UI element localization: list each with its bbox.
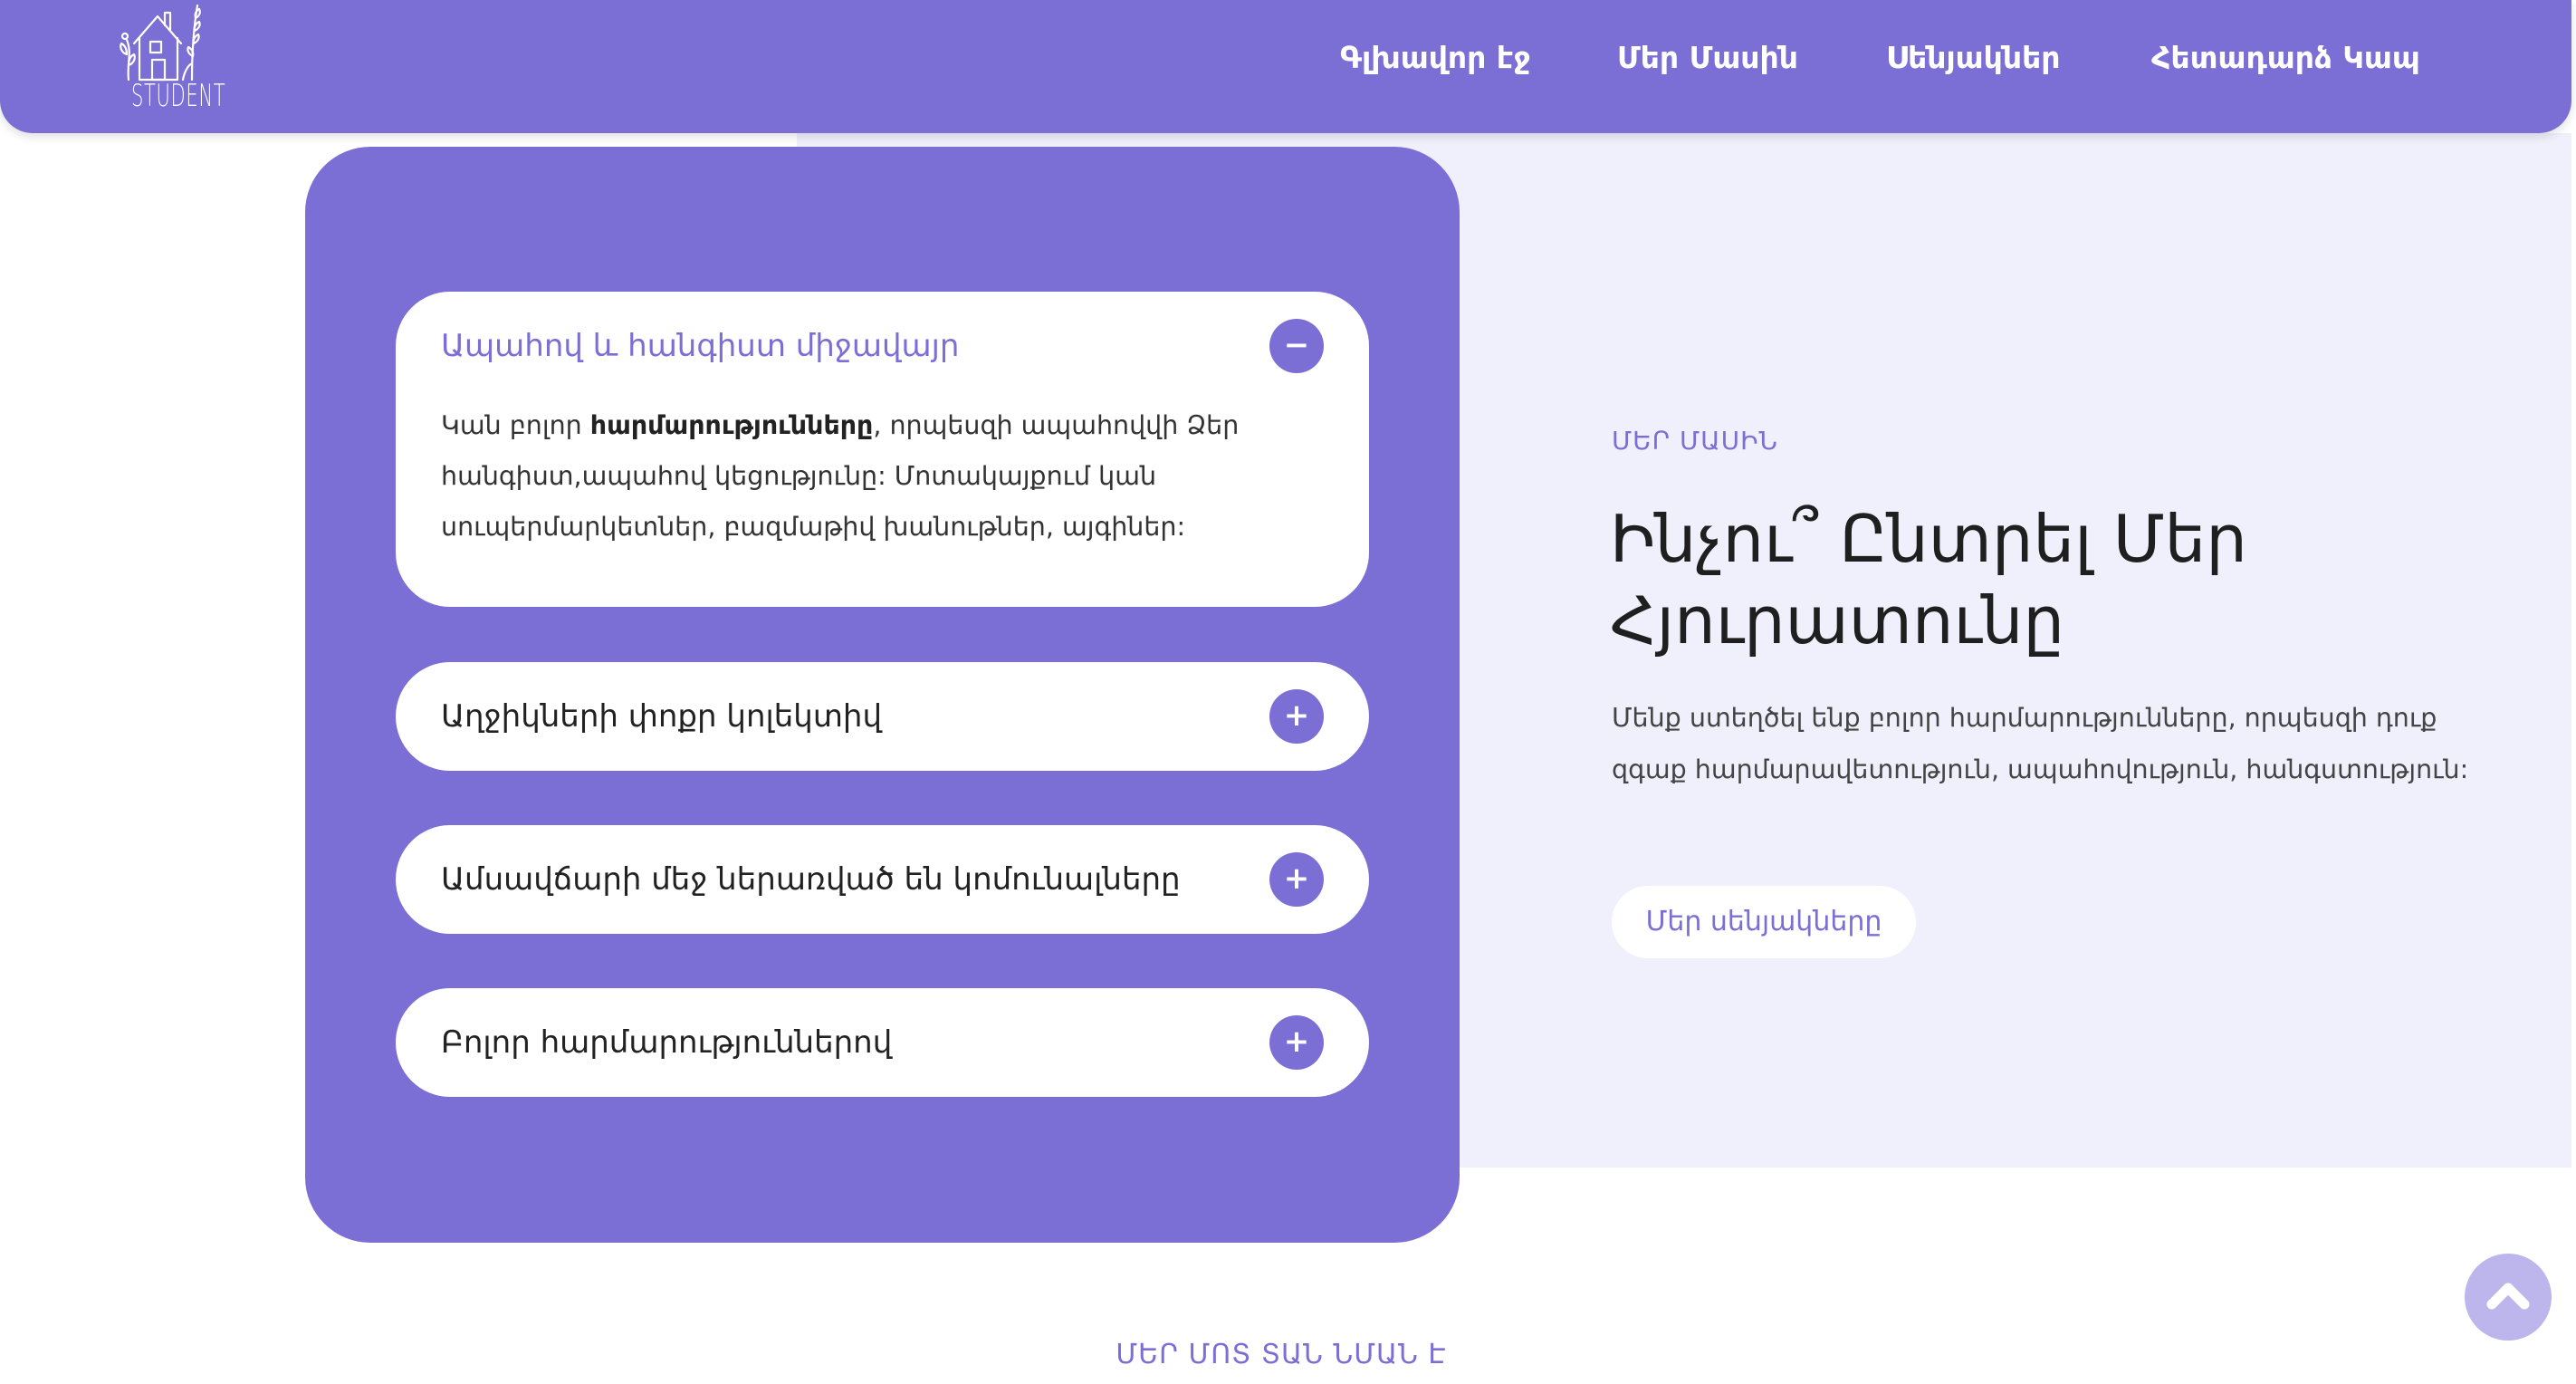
site-header: STUDENT Գլխավոր էջ Մեր Մասին Սենյակներ Հ…	[0, 0, 2571, 133]
accordion-title[interactable]: Աղջիկների փոքր կոլեկտիվ	[441, 662, 882, 771]
section-description: Մենք ստեղծել ենք բոլոր հարմարությունները…	[1612, 703, 2469, 784]
faq-accordion-card: Ապահով և հանգիստ միջավայր − Կան բոլոր հա…	[305, 147, 1460, 1243]
chevron-up-icon	[2486, 1283, 2530, 1310]
accordion-body-bold: հարմարությունները	[589, 410, 874, 440]
accordion-item-small-collective[interactable]: Աղջիկների փոքր կոլեկտիվ +	[396, 662, 1369, 771]
main-nav: Գլխավոր էջ Մեր Մասին Սենյակներ Հետադարձ …	[0, 40, 2571, 85]
accordion-item-safe-environment: Ապահով և հանգիստ միջավայր − Կան բոլոր հա…	[396, 292, 1369, 607]
minus-icon[interactable]: −	[1269, 319, 1324, 373]
accordion-body-text: Կան բոլոր	[441, 410, 590, 440]
section-title: Ինչու՞ Ընտրել Մեր Հյուրատունը	[1610, 501, 2247, 658]
plus-icon[interactable]: +	[1269, 689, 1324, 744]
nav-item-home[interactable]: Գլխավոր էջ	[1340, 40, 1530, 75]
section-label: ՄԵՐ ՄԱՍԻՆ	[1612, 426, 1778, 456]
nav-item-about[interactable]: Մեր Մասին	[1617, 40, 1798, 75]
plus-icon[interactable]: +	[1269, 1015, 1324, 1070]
scroll-to-top-button[interactable]	[2465, 1254, 2552, 1341]
accordion-title[interactable]: Ամսավճարի մեջ ներառված են կոմունալները	[441, 825, 1181, 934]
accordion-body: Կան բոլոր հարմարությունները, որպեսզի ապա…	[441, 400, 1256, 553]
our-rooms-button[interactable]: Մեր սենյակները	[1612, 886, 1916, 958]
accordion-title[interactable]: Բոլոր հարմարություններով	[441, 988, 892, 1097]
accordion-item-utilities-included[interactable]: Ամսավճարի մեջ ներառված են կոմունալները +	[396, 825, 1369, 934]
nav-item-rooms[interactable]: Սենյակներ	[1886, 40, 2060, 75]
nav-item-contact[interactable]: Հետադարձ Կապ	[2151, 40, 2420, 75]
accordion-title[interactable]: Ապահով և հանգիստ միջավայր	[441, 292, 959, 400]
accordion-item-all-amenities[interactable]: Բոլոր հարմարություններով +	[396, 988, 1369, 1097]
plus-icon[interactable]: +	[1269, 852, 1324, 907]
next-section-label: ՄԵՐ ՄՈՏ ՏԱՆ ՆՄԱՆ Է	[1116, 1339, 1447, 1370]
